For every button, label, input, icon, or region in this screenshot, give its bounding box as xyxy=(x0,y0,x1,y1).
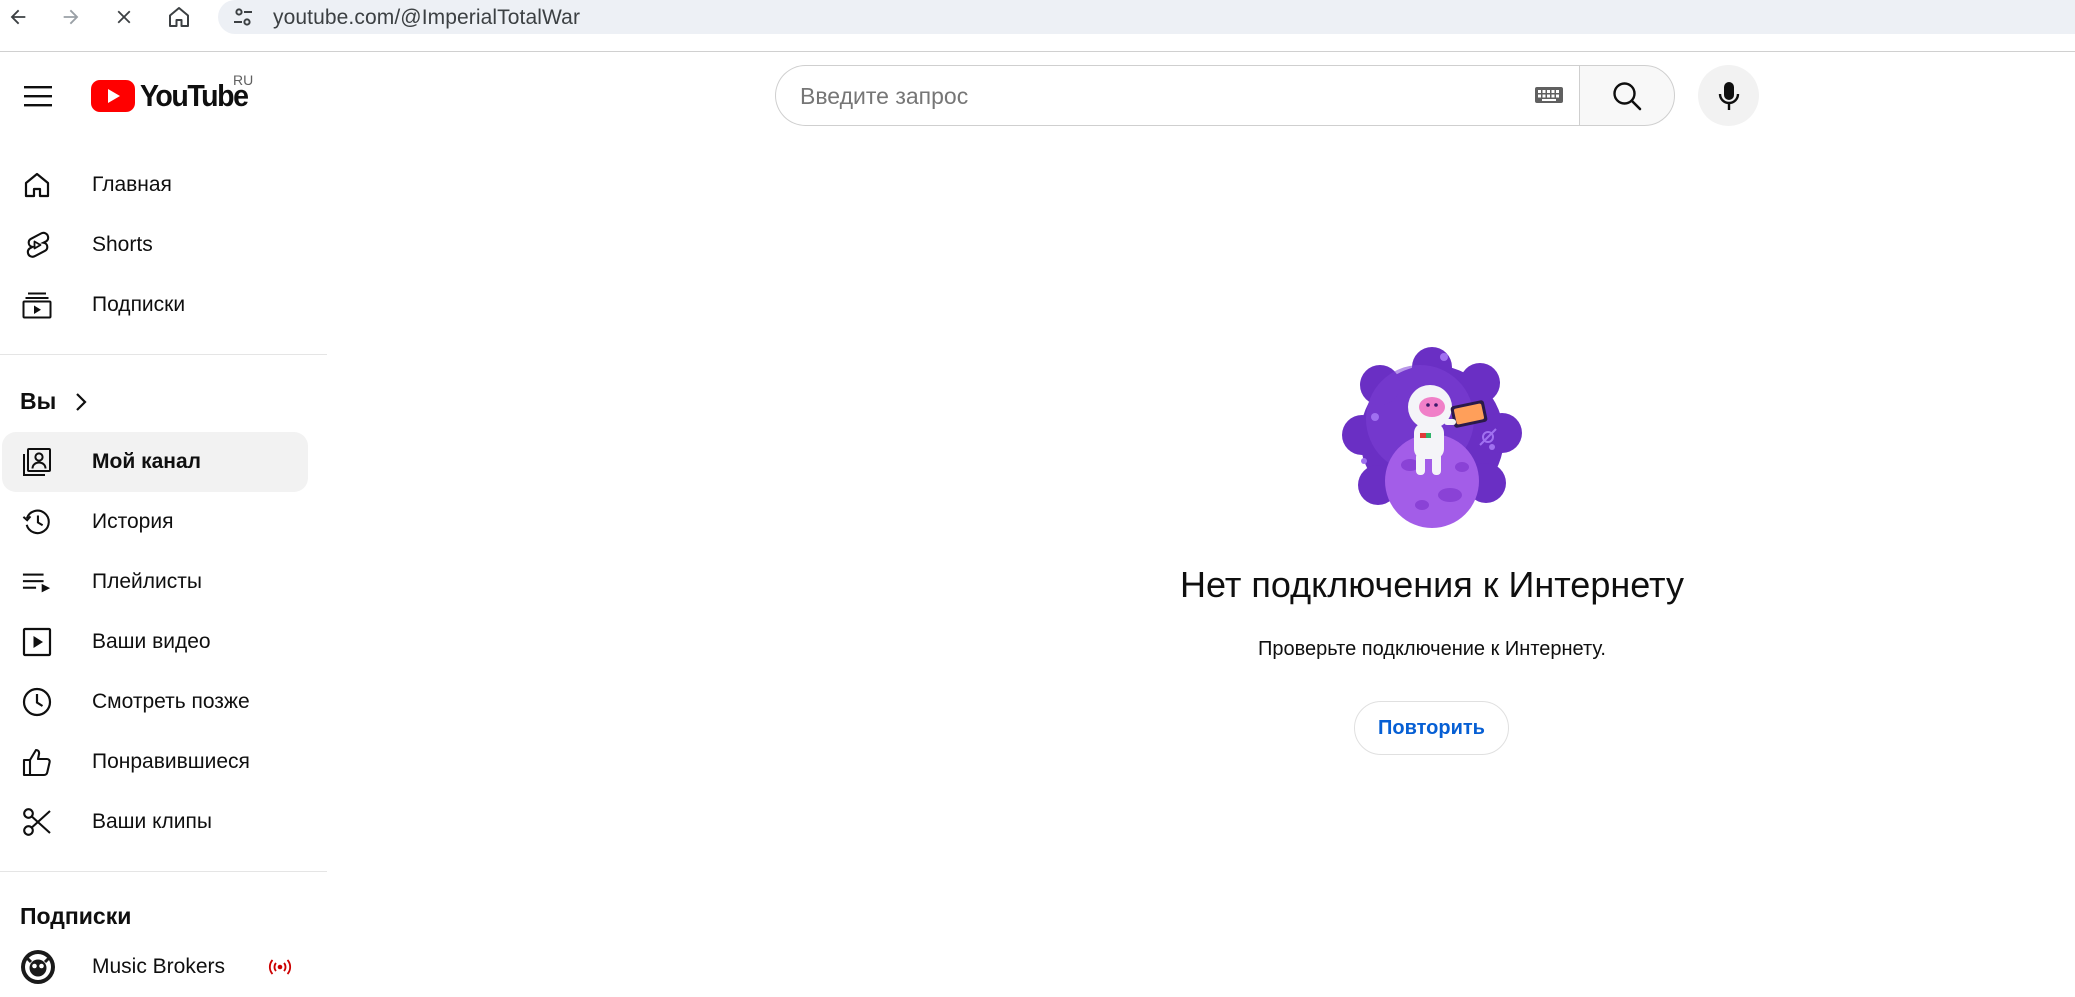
sidebar-item-watch-later[interactable]: Смотреть позже xyxy=(2,672,308,732)
sidebar-item-label: Понравившиеся xyxy=(92,750,250,773)
playlists-icon xyxy=(22,567,52,597)
sidebar-item-label: Плейлисты xyxy=(92,570,202,593)
sidebar-item-label: Мой канал xyxy=(92,450,201,473)
subscriptions-section-header: Подписки xyxy=(20,903,131,930)
tune-icon xyxy=(234,8,252,26)
search-icon xyxy=(1613,81,1642,110)
youtube-logo[interactable]: YouTube xyxy=(91,76,257,116)
you-header-label: Вы xyxy=(20,388,57,414)
chevron-right-icon xyxy=(76,392,87,411)
you-section-header[interactable]: Вы xyxy=(20,388,88,415)
address-bar[interactable]: youtube.com/@ImperialTotalWar xyxy=(218,0,2075,34)
thumbs-up-icon xyxy=(22,747,52,777)
forward-arrow-icon xyxy=(63,9,79,25)
sidebar-item-label: Подписки xyxy=(92,293,186,316)
sidebar-item-label: Смотреть позже xyxy=(92,690,250,713)
hamburger-menu-icon xyxy=(24,86,52,107)
sidebar-item-label: Главная xyxy=(92,173,172,196)
sidebar-item-clips[interactable]: Ваши клипы xyxy=(2,792,308,852)
sidebar-item-shorts[interactable]: Shorts xyxy=(2,215,308,275)
sidebar-item-my-channel[interactable]: Мой канал xyxy=(2,432,308,492)
back-arrow-icon xyxy=(10,9,26,25)
toolbar-divider xyxy=(0,51,2075,52)
back-button[interactable] xyxy=(0,0,36,34)
close-icon xyxy=(117,10,131,24)
search-button[interactable] xyxy=(1579,65,1675,126)
my-channel-icon xyxy=(22,447,52,477)
keyboard-icon[interactable] xyxy=(1534,84,1564,106)
sidebar-item-liked[interactable]: Понравившиеся xyxy=(2,732,308,792)
sidebar-item-label: Ваши видео xyxy=(92,630,211,653)
subscriptions-icon xyxy=(22,290,52,320)
home-icon xyxy=(169,7,189,27)
home-button[interactable] xyxy=(161,0,197,34)
shorts-icon xyxy=(22,230,52,260)
offline-subtitle: Проверьте подключение к Интернету. xyxy=(1258,638,1606,660)
channel-avatar xyxy=(20,949,56,985)
sidebar-item-your-videos[interactable]: Ваши видео xyxy=(2,612,308,672)
sidebar-item-label: Music Brokers xyxy=(92,955,226,978)
scissors-icon xyxy=(22,807,52,837)
sidebar-divider xyxy=(0,354,327,355)
forward-button[interactable] xyxy=(53,0,89,34)
stop-button[interactable] xyxy=(106,0,142,34)
microphone-icon xyxy=(1718,81,1739,110)
logo-wordmark: YouTube xyxy=(140,78,249,113)
sidebar-item-home[interactable]: Главная xyxy=(2,155,308,215)
sidebar-channel-music-brokers[interactable]: Music Brokers xyxy=(2,937,308,997)
your-videos-icon xyxy=(22,627,52,657)
search-input[interactable] xyxy=(800,78,1500,114)
sidebar-item-label: Ваши клипы xyxy=(92,810,212,833)
home-icon xyxy=(22,170,52,200)
offline-astronaut-illustration xyxy=(1342,347,1522,528)
live-broadcast-icon xyxy=(268,959,292,975)
sidebar-divider xyxy=(0,871,327,872)
sidebar-item-label: Shorts xyxy=(92,233,153,256)
browser-toolbar: youtube.com/@ImperialTotalWar xyxy=(0,0,2075,36)
sidebar-item-playlists[interactable]: Плейлисты xyxy=(2,552,308,612)
sidebar-item-label: История xyxy=(92,510,174,533)
retry-button[interactable]: Повторить xyxy=(1354,701,1509,755)
subscriptions-header-label: Подписки xyxy=(20,903,132,929)
offline-title: Нет подключения к Интернету xyxy=(1180,564,1684,605)
sidebar-item-subscriptions[interactable]: Подписки xyxy=(2,275,308,335)
youtube-play-icon xyxy=(91,80,135,112)
region-code: RU xyxy=(233,72,254,88)
guide-menu-button[interactable] xyxy=(16,74,60,118)
sidebar-item-history[interactable]: История xyxy=(2,492,308,552)
url-text[interactable]: youtube.com/@ImperialTotalWar xyxy=(273,6,580,30)
voice-search-button[interactable] xyxy=(1698,65,1759,126)
site-info-button[interactable] xyxy=(228,2,258,32)
search-box xyxy=(775,65,1580,126)
history-icon xyxy=(22,507,52,537)
watch-later-icon xyxy=(22,687,52,717)
